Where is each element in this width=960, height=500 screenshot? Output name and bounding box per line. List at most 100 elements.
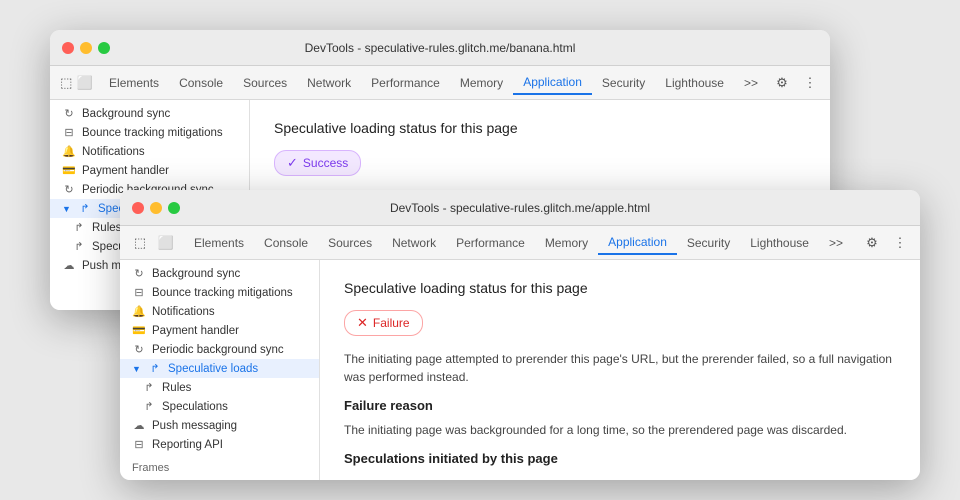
tab-lighthouse[interactable]: Lighthouse [655, 72, 734, 94]
sync-icon-2: ↻ [132, 267, 146, 280]
toolbar-1: ⬚ ⬜ Elements Console Sources Network Per… [50, 66, 830, 100]
sidebar2-reporting-api[interactable]: ⊟ Reporting API [120, 435, 319, 454]
inspect-icon-2[interactable]: ⬚ [128, 231, 152, 255]
sidebar-label: Payment handler [152, 325, 239, 337]
device-icon-2[interactable]: ⬜ [154, 231, 178, 255]
bounce-icon: ⊟ [62, 126, 76, 139]
sidebar-label: Reporting API [152, 439, 223, 451]
tab-application[interactable]: Application [513, 71, 592, 95]
payment-icon: 💳 [62, 164, 76, 177]
tab2-security[interactable]: Security [677, 232, 740, 254]
sidebar2-speculative-loads[interactable]: ▼ ↱ Speculative loads [120, 359, 319, 378]
sidebar2-payment-handler[interactable]: 💳 Payment handler [120, 321, 319, 340]
main-panel-2: Speculative loading status for this page… [320, 260, 920, 480]
tab2-lighthouse[interactable]: Lighthouse [740, 232, 819, 254]
tab-performance[interactable]: Performance [361, 72, 450, 94]
bounce-icon-2: ⊟ [132, 286, 146, 299]
periodic-icon-2: ↻ [132, 343, 146, 356]
sidebar-label: Payment handler [82, 165, 169, 177]
sidebar-label: Speculations [162, 401, 228, 413]
notification-icon: 🔔 [62, 145, 76, 158]
notification-icon-2: 🔔 [132, 305, 146, 318]
tab2-performance[interactable]: Performance [446, 232, 535, 254]
window-title-1: DevTools - speculative-rules.glitch.me/b… [305, 41, 576, 55]
failure-icon: ✕ [357, 315, 368, 331]
rules-icon: ↱ [72, 221, 86, 234]
status-text: Success [303, 156, 348, 170]
maximize-button-1[interactable] [98, 42, 110, 54]
sidebar-payment-handler[interactable]: 💳 Payment handler [50, 161, 249, 180]
tab2-console[interactable]: Console [254, 232, 318, 254]
tab2-memory[interactable]: Memory [535, 232, 598, 254]
tab2-more[interactable]: >> [819, 232, 853, 254]
success-badge: ✓ Success [274, 150, 361, 176]
failure-reason-text: The initiating page was backgrounded for… [344, 421, 896, 439]
devtools-window-2: DevTools - speculative-rules.glitch.me/a… [120, 190, 920, 480]
tab-security[interactable]: Security [592, 72, 655, 94]
title-bar-2: DevTools - speculative-rules.glitch.me/a… [120, 190, 920, 226]
device-icon[interactable]: ⬜ [77, 71, 94, 95]
speculative-icon-2: ↱ [148, 362, 162, 375]
window-controls-2 [132, 202, 180, 214]
close-button-1[interactable] [62, 42, 74, 54]
status-text-2: Failure [373, 316, 410, 330]
window-controls-1 [62, 42, 110, 54]
expand-icon-2: ▼ [132, 364, 142, 374]
sidebar2-notifications[interactable]: 🔔 Notifications [120, 302, 319, 321]
reporting-icon: ⊟ [132, 438, 146, 451]
toolbar-right-2: ⚙ ⋮ [860, 231, 912, 255]
sidebar2-speculations[interactable]: ↱ Speculations [120, 397, 319, 416]
close-button-2[interactable] [132, 202, 144, 214]
sidebar-label: Bounce tracking mitigations [152, 287, 293, 299]
sidebar-label: Rules [92, 222, 121, 234]
frames-label: Frames [120, 458, 319, 478]
minimize-button-1[interactable] [80, 42, 92, 54]
sidebar-label: Push messaging [152, 420, 237, 432]
sidebar-label: Notifications [82, 146, 145, 158]
failure-reason-label: Failure reason [344, 398, 896, 413]
sidebar-notifications[interactable]: 🔔 Notifications [50, 142, 249, 161]
sidebar-label: Periodic background sync [152, 344, 284, 356]
settings-icon[interactable]: ⚙ [770, 71, 794, 95]
tab-console[interactable]: Console [169, 72, 233, 94]
sidebar-bounce-tracking[interactable]: ⊟ Bounce tracking mitigations [50, 123, 249, 142]
sidebar2-bounce-tracking[interactable]: ⊟ Bounce tracking mitigations [120, 283, 319, 302]
tab2-sources[interactable]: Sources [318, 232, 382, 254]
sidebar-label: Bounce tracking mitigations [82, 127, 223, 139]
success-icon: ✓ [287, 155, 298, 171]
rules-icon-2: ↱ [142, 381, 156, 394]
tab-elements[interactable]: Elements [99, 72, 169, 94]
tab2-network[interactable]: Network [382, 232, 446, 254]
panel-title-1: Speculative loading status for this page [274, 120, 806, 136]
speculations-icon-2: ↱ [142, 400, 156, 413]
sidebar-background-sync[interactable]: ↻ Background sync [50, 104, 249, 123]
inspect-icon[interactable]: ⬚ [58, 71, 75, 95]
sync-icon: ↻ [62, 107, 76, 120]
sidebar2-periodic-sync[interactable]: ↻ Periodic background sync [120, 340, 319, 359]
tab-sources[interactable]: Sources [233, 72, 297, 94]
content-area-2: ↻ Background sync ⊟ Bounce tracking miti… [120, 260, 920, 480]
sidebar-label: Speculative loads [168, 363, 258, 375]
speculative-icon: ↱ [78, 202, 92, 215]
more-icon-2[interactable]: ⋮ [888, 231, 912, 255]
tab-list-1: Elements Console Sources Network Perform… [99, 71, 768, 95]
tab-more[interactable]: >> [734, 72, 768, 94]
settings-icon-2[interactable]: ⚙ [860, 231, 884, 255]
sidebar2-background-sync[interactable]: ↻ Background sync [120, 264, 319, 283]
sidebar2-push-messaging[interactable]: ☁ Push messaging [120, 416, 319, 435]
tab2-application[interactable]: Application [598, 231, 677, 255]
minimize-button-2[interactable] [150, 202, 162, 214]
speculations-label: Speculations initiated by this page [344, 451, 896, 466]
tab-network[interactable]: Network [297, 72, 361, 94]
failure-badge: ✕ Failure [344, 310, 423, 336]
panel-title-2: Speculative loading status for this page [344, 280, 896, 296]
tab2-elements[interactable]: Elements [184, 232, 254, 254]
sidebar2-rules[interactable]: ↱ Rules [120, 378, 319, 397]
push-icon: ☁ [62, 259, 76, 272]
sidebar-label: Background sync [82, 108, 170, 120]
tab-memory[interactable]: Memory [450, 72, 513, 94]
maximize-button-2[interactable] [168, 202, 180, 214]
periodic-icon: ↻ [62, 183, 76, 196]
more-icon[interactable]: ⋮ [798, 71, 822, 95]
title-bar-1: DevTools - speculative-rules.glitch.me/b… [50, 30, 830, 66]
